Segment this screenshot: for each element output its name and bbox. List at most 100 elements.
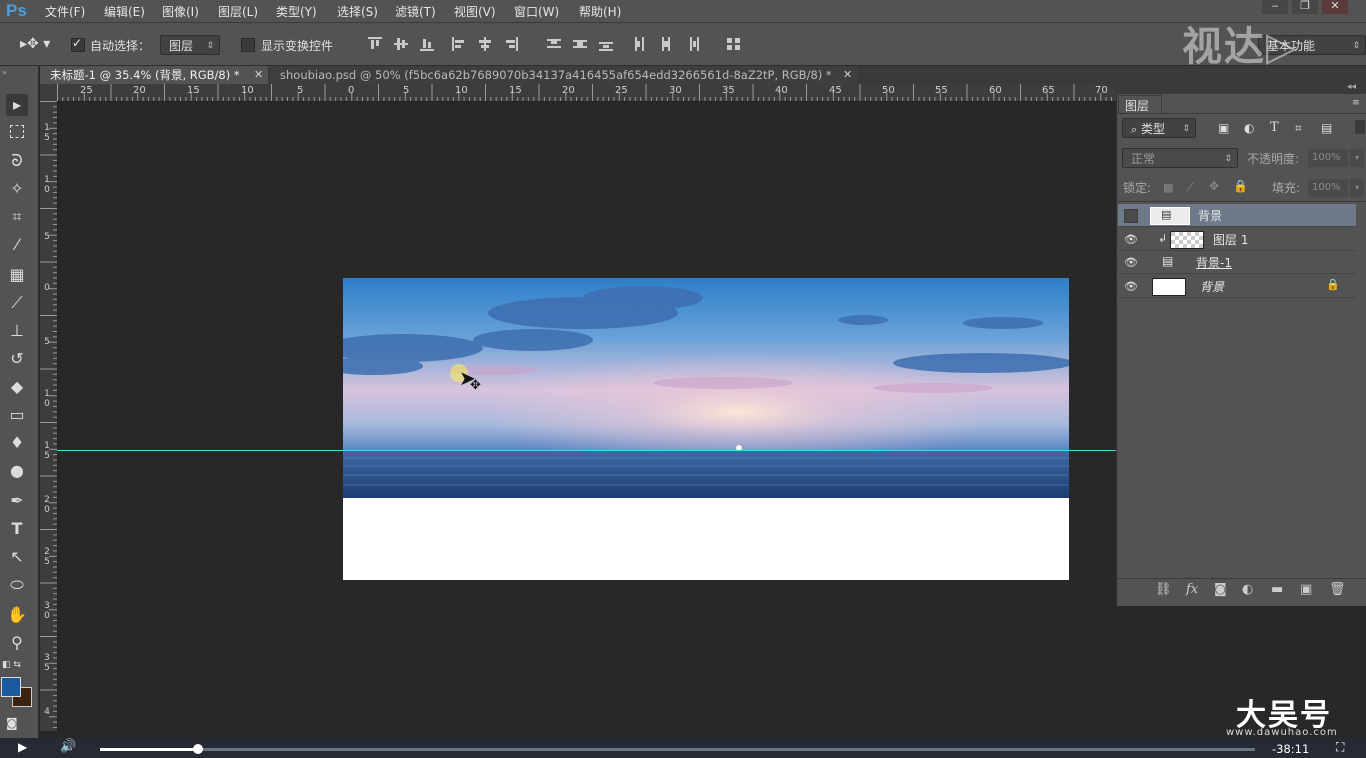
tab-shoubiao[interactable]: shoubiao.psd @ 50% (f5bc6a62b7689070b341… xyxy=(270,66,858,84)
menu-layer[interactable]: 图层(L) xyxy=(218,3,258,20)
align-hcenter-icon[interactable] xyxy=(478,37,492,51)
visibility-toggle-off[interactable] xyxy=(1124,209,1138,223)
align-top-icon[interactable] xyxy=(368,37,382,51)
menu-file[interactable]: 文件(F) xyxy=(45,3,85,20)
menu-edit[interactable]: 编辑(E) xyxy=(104,3,145,20)
layer-name[interactable]: 背景 xyxy=(1200,278,1224,295)
hand-tool-icon[interactable]: ✋ xyxy=(6,604,28,626)
align-bottom-icon[interactable] xyxy=(420,37,434,51)
tab-untitled-1[interactable]: 未标题-1 @ 35.4% (背景, RGB/8) * xyxy=(40,66,268,84)
horizontal-ruler[interactable]: 25 20 15 10 5 0 5 10 15 20 25 30 35 40 4… xyxy=(57,84,1116,102)
menu-window[interactable]: 窗口(W) xyxy=(514,3,559,20)
fill-arrow-icon[interactable]: ▾ xyxy=(1350,179,1364,197)
align-right-icon[interactable] xyxy=(504,37,518,51)
sunset-sea-image[interactable] xyxy=(343,278,1069,498)
opacity-arrow-icon[interactable]: ▾ xyxy=(1350,149,1364,167)
quick-selection-tool-icon[interactable]: ✧ xyxy=(6,178,28,200)
panel-menu-icon[interactable]: ≡ xyxy=(1352,98,1360,108)
new-adjustment-layer-icon[interactable]: ◐ xyxy=(1242,582,1253,597)
filter-pixel-icon[interactable]: ▣ xyxy=(1218,121,1229,135)
filter-type-icon[interactable]: T xyxy=(1270,120,1279,135)
dodge-tool-icon[interactable]: ● xyxy=(6,460,28,482)
opacity-field[interactable]: 100% xyxy=(1308,149,1348,167)
distribute-right-icon[interactable] xyxy=(685,37,699,51)
crop-tool-icon[interactable]: ⌗ xyxy=(6,206,28,228)
layer-row-background[interactable]: 👁 背景 🔒 xyxy=(1118,275,1356,298)
show-transform-checkbox[interactable] xyxy=(241,38,255,52)
brush-tool-icon[interactable]: ⟋ xyxy=(6,292,28,314)
close-button[interactable]: ✕ xyxy=(1322,0,1348,14)
vertical-ruler[interactable]: 1 5 1 0 5 0 5 1 0 1 5 2 0 2 5 3 0 3 5 4 xyxy=(40,101,58,731)
clone-stamp-tool-icon[interactable]: ⊥ xyxy=(6,320,28,342)
close-tab-icon[interactable]: ✕ xyxy=(254,68,263,81)
eye-icon[interactable]: 👁 xyxy=(1124,280,1138,293)
distribute-top-icon[interactable] xyxy=(547,37,561,51)
lock-transparent-icon[interactable]: ▩ xyxy=(1163,181,1173,194)
menu-type[interactable]: 类型(Y) xyxy=(276,3,317,20)
distribute-vcenter-icon[interactable] xyxy=(573,37,587,51)
panel-collapse-icon[interactable]: » xyxy=(2,68,7,77)
gradient-tool-icon[interactable]: ▭ xyxy=(6,404,28,426)
layer-name[interactable]: 图层 1 xyxy=(1213,231,1248,248)
quick-mask-icon[interactable]: ◙ xyxy=(6,716,18,730)
align-left-icon[interactable] xyxy=(452,37,466,51)
collapse-panels-icon[interactable]: ◂◂ xyxy=(1347,82,1356,92)
layer-row-layer-1[interactable]: 👁 ↲ 图层 1 xyxy=(1118,228,1356,251)
type-tool-icon[interactable]: T xyxy=(6,518,28,540)
ellipse-tool-icon[interactable]: ⬭ xyxy=(6,574,28,596)
video-progress-knob[interactable] xyxy=(193,744,203,754)
filter-shape-icon[interactable]: ⌗ xyxy=(1295,121,1302,136)
marquee-tool-icon[interactable] xyxy=(6,122,28,144)
pen-tool-icon[interactable]: ✒ xyxy=(6,490,28,512)
default-colors-icon[interactable]: ◧ ⇆ xyxy=(2,660,21,670)
eyedropper-tool-icon[interactable]: ⁄ xyxy=(6,234,28,256)
lock-pixels-icon[interactable]: ⟋ xyxy=(1186,180,1194,195)
new-layer-icon[interactable]: ▣ xyxy=(1300,582,1312,597)
healing-brush-tool-icon[interactable]: ▦ xyxy=(6,264,28,286)
layer-row-background-1[interactable]: 👁 ▤ 背景-1 xyxy=(1118,251,1356,274)
history-brush-tool-icon[interactable]: ↺ xyxy=(6,348,28,370)
foreground-color-swatch[interactable] xyxy=(1,677,21,697)
eye-icon[interactable]: 👁 xyxy=(1124,256,1138,269)
ruler-origin[interactable] xyxy=(40,84,57,101)
horizontal-guide-line[interactable] xyxy=(57,450,1116,451)
layer-filter-dropdown[interactable]: ⌕ 类型 ⇕ xyxy=(1122,118,1196,138)
eye-icon[interactable]: 👁 xyxy=(1124,233,1138,246)
distribute-hcenter-icon[interactable] xyxy=(659,37,673,51)
distribute-bottom-icon[interactable] xyxy=(599,37,613,51)
zoom-tool-icon[interactable]: ⚲ xyxy=(6,632,28,654)
blend-mode-dropdown[interactable]: 正常 ⇕ xyxy=(1122,148,1238,168)
play-icon[interactable]: ▶ xyxy=(18,740,27,754)
blur-tool-icon[interactable]: ♦ xyxy=(6,432,28,454)
restore-button[interactable]: ❐ xyxy=(1292,0,1318,14)
new-group-icon[interactable]: ▬ xyxy=(1271,582,1283,597)
auto-select-checkbox[interactable]: ✓ xyxy=(71,36,85,52)
auto-select-target-dropdown[interactable]: 图层 ⇕ xyxy=(160,35,220,55)
delete-layer-icon[interactable]: 🗑 xyxy=(1329,582,1346,597)
eraser-tool-icon[interactable]: ◆ xyxy=(6,376,28,398)
menu-filter[interactable]: 滤镜(T) xyxy=(395,3,436,20)
lasso-tool-icon[interactable]: ᘐ xyxy=(6,150,28,172)
fill-field[interactable]: 100% xyxy=(1308,179,1348,197)
minimize-button[interactable]: ‒ xyxy=(1262,0,1288,14)
layer-name[interactable]: 背景 xyxy=(1198,207,1222,224)
menu-help[interactable]: 帮助(H) xyxy=(579,3,621,20)
lock-all-icon[interactable]: 🔒 xyxy=(1233,179,1248,193)
close-tab-icon[interactable]: ✕ xyxy=(843,68,852,81)
menu-image[interactable]: 图像(I) xyxy=(162,3,199,20)
align-vcenter-icon[interactable] xyxy=(394,37,408,51)
path-selection-tool-icon[interactable]: ↖ xyxy=(6,546,28,568)
menu-select[interactable]: 选择(S) xyxy=(337,3,378,20)
lock-position-icon[interactable]: ✥ xyxy=(1209,179,1219,193)
volume-icon[interactable]: 🔊 xyxy=(60,739,76,754)
add-mask-icon[interactable]: ◙ xyxy=(1214,582,1227,597)
layers-tab[interactable]: 图层 xyxy=(1118,95,1162,114)
menu-view[interactable]: 视图(V) xyxy=(454,3,496,20)
filter-smart-object-icon[interactable]: ▤ xyxy=(1321,121,1332,135)
layer-name[interactable]: 背景-1 xyxy=(1196,254,1232,271)
fullscreen-icon[interactable]: ⛶ xyxy=(1336,740,1344,755)
filter-toggle[interactable] xyxy=(1355,120,1365,134)
auto-align-icon[interactable] xyxy=(727,37,741,51)
video-progress-track[interactable] xyxy=(100,748,1255,751)
link-layers-icon[interactable]: ⛓ xyxy=(1155,582,1172,597)
